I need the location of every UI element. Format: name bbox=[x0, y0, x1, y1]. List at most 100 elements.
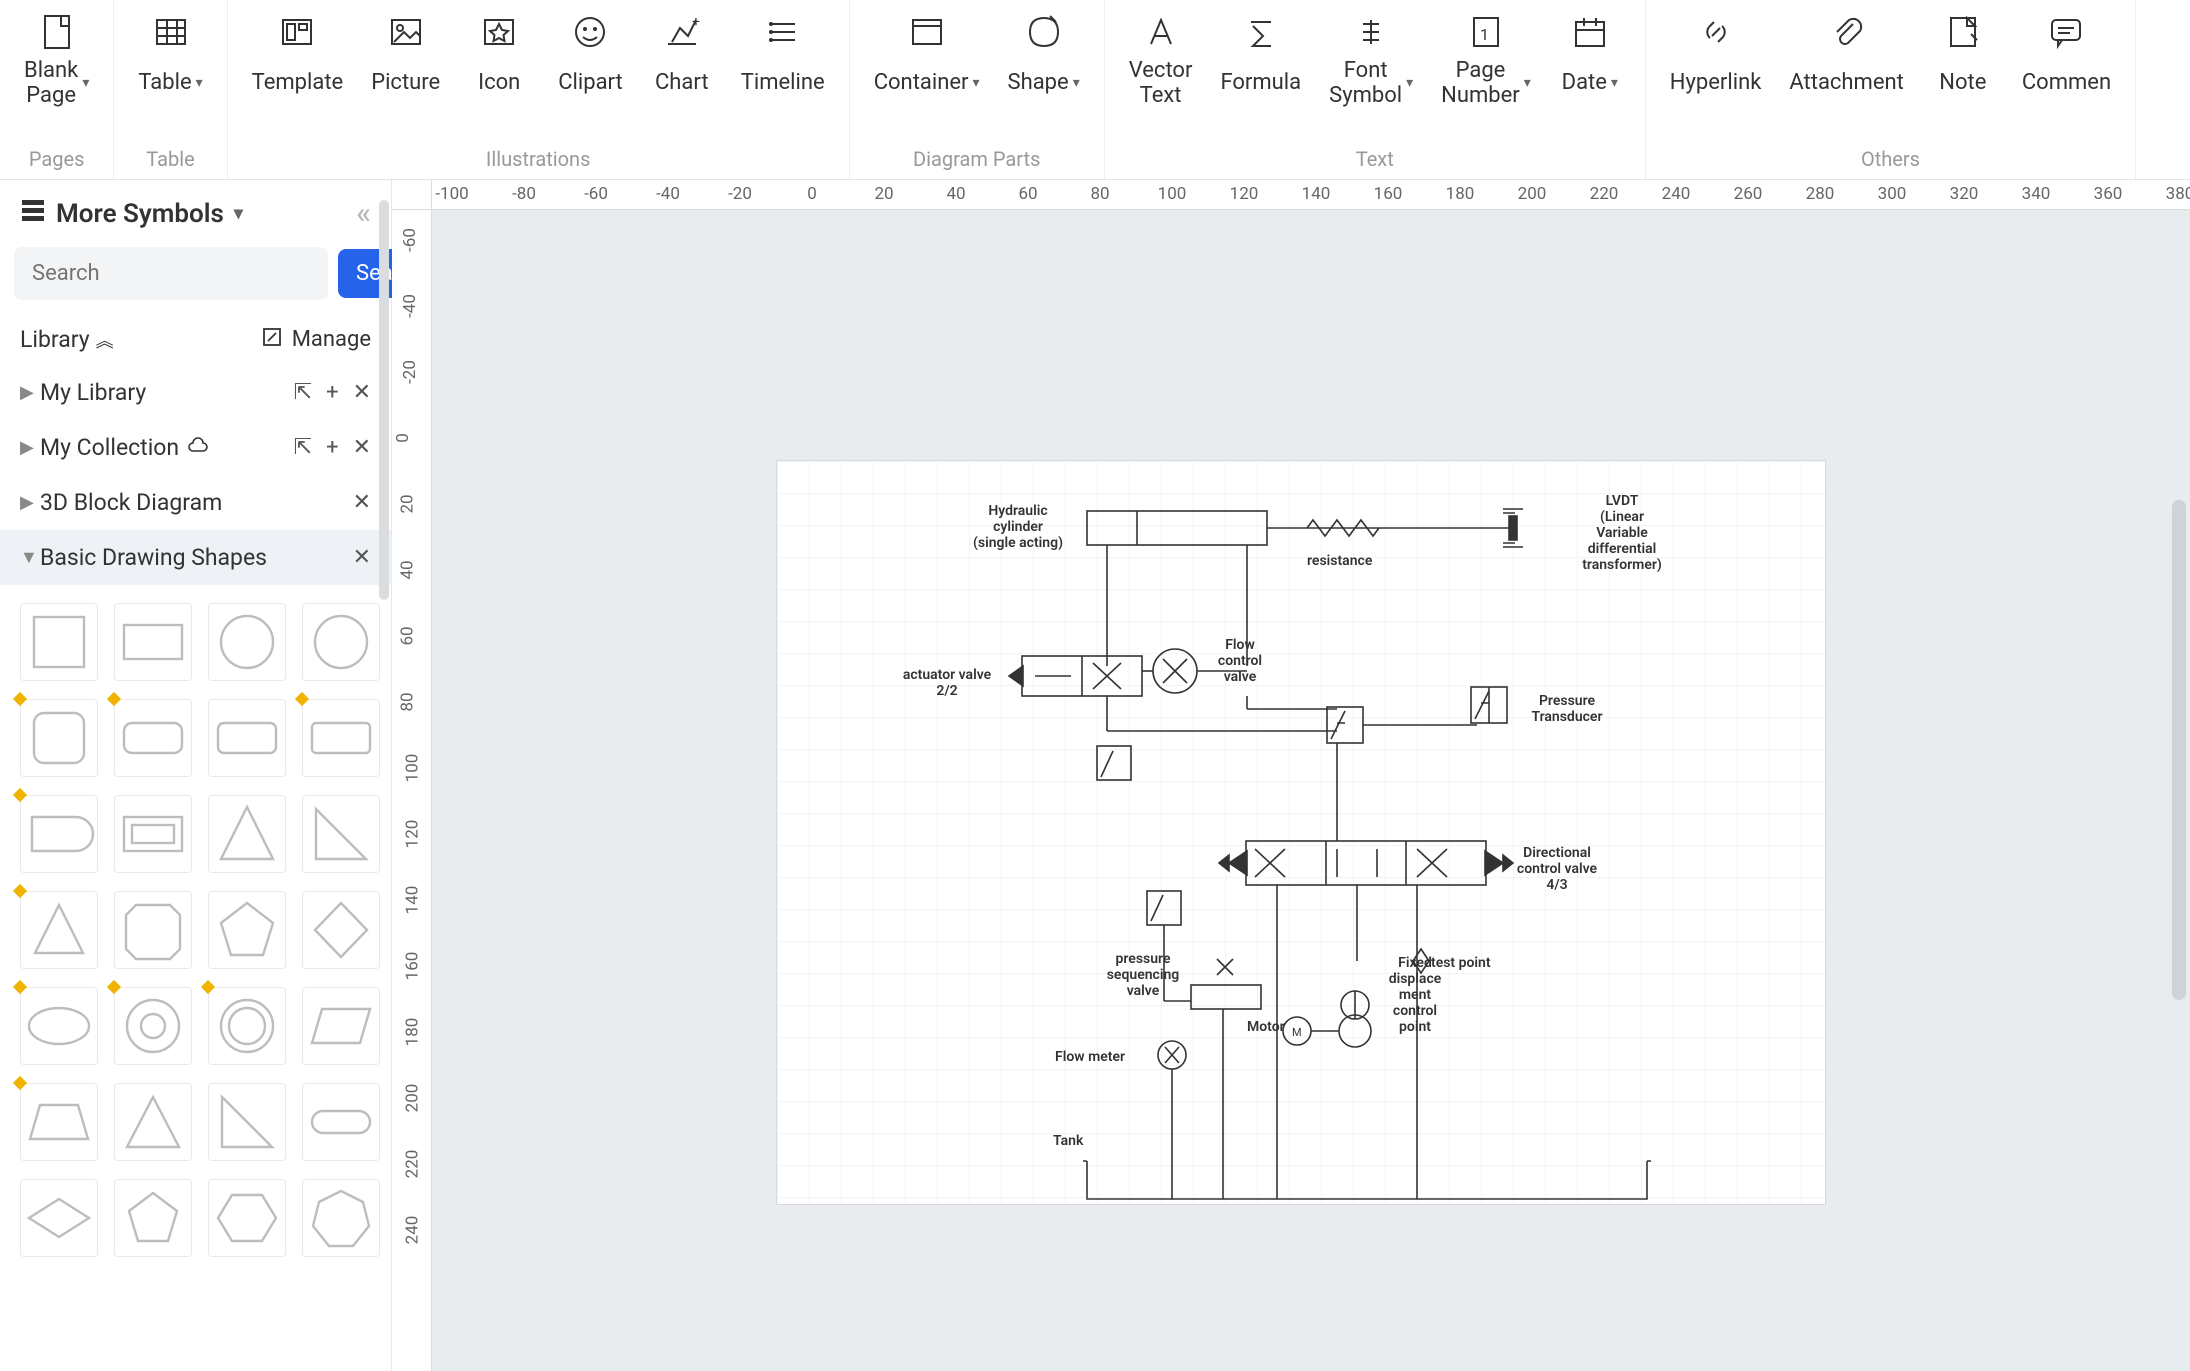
ruler-tick: 100 bbox=[1158, 184, 1187, 204]
page-number-button[interactable]: 1 PageNumber▾ bbox=[1427, 6, 1545, 113]
shape-para[interactable] bbox=[302, 987, 380, 1065]
comment-button[interactable]: Commen bbox=[2008, 6, 2125, 112]
shape-rrect[interactable] bbox=[114, 699, 192, 777]
shape-rtri[interactable] bbox=[302, 795, 380, 873]
table-button[interactable]: Table▾ bbox=[124, 6, 216, 112]
chevron-down-icon[interactable]: ▾ bbox=[234, 203, 243, 224]
table-icon bbox=[151, 12, 191, 52]
ribbon-group-illustrations: Template Picture Icon Clipart+ Chart Tim… bbox=[228, 0, 850, 179]
shape-ell[interactable] bbox=[20, 987, 98, 1065]
ruler-tick: 220 bbox=[402, 1150, 422, 1179]
shape-sq[interactable] bbox=[20, 603, 98, 681]
diagram-sheet[interactable]: M Hydrauliccylinder(single acting) resis… bbox=[776, 460, 1826, 1205]
formula-icon bbox=[1241, 12, 1281, 52]
expand-triangle-icon: ▼ bbox=[20, 547, 40, 568]
chart-button[interactable]: + Chart bbox=[637, 6, 727, 112]
shape-rrect2[interactable] bbox=[208, 699, 286, 777]
formula-button[interactable]: Formula bbox=[1206, 6, 1315, 112]
ruler-tick: 360 bbox=[2094, 184, 2123, 204]
shape-circ2[interactable] bbox=[302, 603, 380, 681]
close-icon[interactable]: ✕ bbox=[353, 490, 371, 515]
ruler-horizontal[interactable]: -100-80-60-40-20020406080100120140160180… bbox=[432, 180, 2190, 210]
shape-ring2[interactable] bbox=[208, 987, 286, 1065]
chevron-down-icon: ▾ bbox=[973, 75, 980, 91]
canvas-scroll[interactable]: M Hydrauliccylinder(single acting) resis… bbox=[432, 210, 2190, 1371]
shape-pent2[interactable] bbox=[114, 1179, 192, 1257]
symbol-search-input[interactable] bbox=[14, 247, 328, 300]
shape-circ[interactable] bbox=[208, 603, 286, 681]
ruler-tick: 160 bbox=[402, 952, 422, 981]
shape-rrect3[interactable] bbox=[302, 699, 380, 777]
chart-icon: + bbox=[662, 12, 702, 52]
panel-scrollbar[interactable] bbox=[379, 200, 389, 600]
shape-half[interactable] bbox=[20, 795, 98, 873]
ribbon-label: Table▾ bbox=[138, 58, 202, 108]
timeline-button[interactable]: Timeline bbox=[727, 6, 839, 112]
label-pressure-sequencing: pressuresequencingvalve bbox=[1093, 951, 1193, 999]
container-button[interactable]: Container▾ bbox=[860, 6, 994, 112]
shape-pent[interactable] bbox=[208, 891, 286, 969]
vector-text-icon bbox=[1141, 12, 1181, 52]
edit-icon[interactable] bbox=[262, 327, 282, 353]
import-icon[interactable]: ⇱ bbox=[294, 435, 312, 460]
container-icon bbox=[907, 12, 947, 52]
picture-button[interactable]: Picture bbox=[357, 6, 454, 112]
category-basic-drawing-shapes[interactable]: ▼ Basic Drawing Shapes ✕ bbox=[0, 530, 391, 585]
icon-star-icon bbox=[479, 12, 519, 52]
add-icon[interactable]: + bbox=[326, 435, 338, 460]
shape-button[interactable]: Shape▾ bbox=[994, 6, 1094, 112]
category-my-collection[interactable]: ▶ My Collection ⇱+✕ bbox=[0, 420, 391, 475]
shape-pill[interactable] bbox=[302, 1083, 380, 1161]
import-icon[interactable]: ⇱ bbox=[294, 380, 312, 405]
category-my-library[interactable]: ▶ My Library ⇱+✕ bbox=[0, 365, 391, 420]
shape-frame[interactable] bbox=[114, 795, 192, 873]
label-motor: Motor bbox=[1247, 1019, 1285, 1035]
shapes-grid bbox=[0, 585, 391, 1287]
shape-octish[interactable] bbox=[114, 891, 192, 969]
shape-rtri2[interactable] bbox=[208, 1083, 286, 1161]
shape-tri3[interactable] bbox=[114, 1083, 192, 1161]
shape-hept[interactable] bbox=[302, 1179, 380, 1257]
blank-page-button[interactable]: BlankPage▾ bbox=[10, 6, 103, 113]
ruler-tick: 340 bbox=[2022, 184, 2051, 204]
ribbon-group-others: Hyperlink Attachment Note CommenOthers bbox=[1646, 0, 2136, 179]
add-icon[interactable]: + bbox=[326, 380, 338, 405]
ruler-tick: 40 bbox=[398, 560, 418, 579]
cloud-icon bbox=[187, 434, 209, 461]
ribbon-label: Picture bbox=[371, 58, 440, 108]
shape-tri[interactable] bbox=[208, 795, 286, 873]
shape-icon bbox=[1024, 12, 1064, 52]
collapse-up-icon[interactable]: ︽ bbox=[96, 327, 114, 353]
collapse-panel-icon[interactable]: « bbox=[356, 196, 371, 231]
ruler-vertical[interactable]: -60-40-200204060801001201401601802002202… bbox=[392, 210, 432, 1371]
shape-tri2[interactable] bbox=[20, 891, 98, 969]
canvas-scrollbar[interactable] bbox=[2172, 500, 2186, 1000]
hyperlink-button[interactable]: Hyperlink bbox=[1656, 6, 1776, 112]
manage-label[interactable]: Manage bbox=[292, 327, 371, 353]
template-button[interactable]: Template bbox=[238, 6, 358, 112]
label-directional-valve: Directionalcontrol valve4/3 bbox=[1497, 845, 1617, 893]
shape-diam[interactable] bbox=[302, 891, 380, 969]
category-3d-block-diagram[interactable]: ▶ 3D Block Diagram ✕ bbox=[0, 475, 391, 530]
date-icon bbox=[1570, 12, 1610, 52]
shape-hex[interactable] bbox=[208, 1179, 286, 1257]
shape-trap[interactable] bbox=[20, 1083, 98, 1161]
close-icon[interactable]: ✕ bbox=[353, 545, 371, 570]
label-resistance: resistance bbox=[1307, 553, 1372, 569]
ribbon-label: Container▾ bbox=[874, 58, 980, 108]
icon-star-button[interactable]: Icon bbox=[454, 6, 544, 112]
vector-text-button[interactable]: VectorText bbox=[1115, 6, 1207, 113]
font-symbol-button[interactable]: FontSymbol▾ bbox=[1315, 6, 1427, 113]
date-button[interactable]: Date▾ bbox=[1545, 6, 1635, 112]
attachment-button[interactable]: Attachment bbox=[1775, 6, 1917, 112]
shape-diam2[interactable] bbox=[20, 1179, 98, 1257]
close-icon[interactable]: ✕ bbox=[353, 380, 371, 405]
note-button[interactable]: Note bbox=[1918, 6, 2008, 112]
library-header: Library ︽ Manage bbox=[0, 314, 391, 365]
clipart-button[interactable]: Clipart bbox=[544, 6, 637, 112]
shape-rect[interactable] bbox=[114, 603, 192, 681]
shape-ring[interactable] bbox=[114, 987, 192, 1065]
label-flow-control-valve: Flowcontrolvalve bbox=[1205, 637, 1275, 685]
close-icon[interactable]: ✕ bbox=[353, 435, 371, 460]
shape-rsq[interactable] bbox=[20, 699, 98, 777]
